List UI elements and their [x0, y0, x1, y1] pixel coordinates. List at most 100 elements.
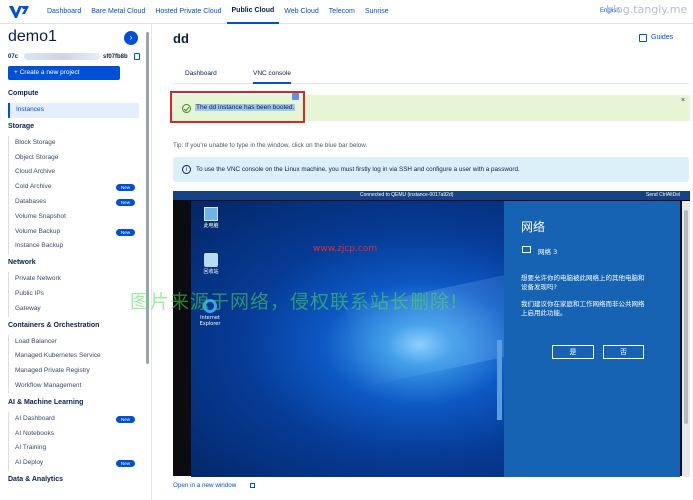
new-badge: New [115, 228, 135, 236]
nav-item-sunrise[interactable]: Sunrise [360, 0, 394, 24]
tab-bar: Dashboard VNC console [173, 64, 689, 84]
sidebar-item-label: Managed Kubernetes Service [15, 352, 101, 360]
new-badge: New [115, 460, 135, 468]
ovh-logo-icon[interactable] [8, 4, 30, 20]
sidebar-item-label: Cold Archive [15, 183, 52, 191]
sidebar-item-label: AI Notebooks [15, 429, 55, 437]
sidebar: demo1 › 07c sf07fb8b + Create a new proj… [0, 24, 152, 500]
sidebar-section-title: Data & Analytics [8, 475, 63, 483]
sidebar-item-label: Private Network [15, 275, 61, 283]
sidebar-item-label: Block Storage [15, 138, 56, 146]
book-icon[interactable] [639, 34, 647, 42]
sidebar-item-label: Instances [16, 106, 44, 113]
sidebar-item-object-storage[interactable]: Object Storage [8, 150, 139, 166]
windows-desktop[interactable] [191, 201, 504, 477]
sidebar-item-ai-deploy[interactable]: AI Deploy New [8, 456, 139, 471]
sidebar-item-managed-kubernetes-service[interactable]: Managed Kubernetes Service [8, 349, 139, 365]
sidebar-item-load-balancer[interactable]: Load Balancer [8, 334, 139, 350]
sidebar-item-managed-private-registry[interactable]: Managed Private Registry [8, 364, 139, 379]
nav-item-dashboard[interactable]: Dashboard [42, 0, 86, 24]
sidebar-item-label: AI Training [15, 444, 47, 452]
main-nav-menu: Dashboard Bare Metal Cloud Hosted Private … [42, 0, 394, 24]
blog-watermark: blog.tangly.me [606, 3, 688, 16]
network-no-button[interactable]: 否 [603, 345, 644, 359]
sidebar-item-label: Managed Private Registry [15, 367, 90, 375]
translate-icon[interactable] [292, 93, 299, 100]
this-pc-label: 此电脑 [203, 223, 219, 229]
new-badge: New [115, 184, 135, 192]
sidebar-section-title: Compute [8, 90, 39, 97]
nav-item-telecom[interactable]: Telecom [324, 0, 360, 24]
page-title: dd [173, 31, 189, 46]
tab-vnc-console[interactable]: VNC console [253, 70, 291, 84]
recycle-bin-icon [204, 253, 218, 267]
send-ctrl-alt-del-button[interactable]: Send CtrlAltDel [646, 192, 680, 198]
nav-item-bare-metal-cloud[interactable]: Bare Metal Cloud [86, 0, 150, 24]
nav-item-hosted-private-cloud[interactable]: Hosted Private Cloud [150, 0, 226, 24]
panel-edge-strip [497, 340, 502, 420]
new-badge: New [115, 198, 135, 206]
sidebar-item-label: Instance Backup [15, 242, 64, 250]
sidebar-item-label: Gateway [15, 304, 41, 312]
sidebar-item-block-storage[interactable]: Block Storage [8, 135, 139, 151]
sidebar-item-ai-notebooks[interactable]: AI Notebooks [8, 426, 139, 442]
info-text: To use the VNC console on the Linux mach… [196, 166, 520, 173]
tab-dashboard[interactable]: Dashboard [185, 70, 217, 77]
copy-icon[interactable] [134, 53, 140, 60]
computer-icon [204, 207, 218, 221]
sidebar-item-public-ips[interactable]: Public IPs [8, 286, 139, 302]
sidebar-item-label: Cloud Archive [15, 168, 56, 176]
nav-item-public-cloud[interactable]: Public Cloud [226, 0, 280, 24]
project-id-prefix: 07c [8, 54, 19, 60]
network-question: 想要允许你的电脑被此网络上的其他电脑和设备发现吗? [521, 274, 645, 291]
sidebar-item-ai-dashboard[interactable]: AI Dashboard New [8, 411, 139, 427]
sidebar-item-label: AI Deploy [15, 459, 44, 467]
sidebar-item-label: Volume Backup [15, 227, 61, 235]
sidebar-item-label: Load Balancer [15, 337, 57, 345]
network-panel-title: 网络 [521, 220, 546, 234]
sidebar-item-instance-backup[interactable]: Instance Backup [8, 239, 139, 255]
sidebar-section-title: AI & Machine Learning [8, 398, 84, 406]
close-icon[interactable]: × [681, 97, 685, 104]
sidebar-item-instances[interactable]: Instances [8, 103, 139, 118]
sidebar-section-title: Network [8, 259, 36, 267]
project-id-suffix: sf07fb8b [103, 54, 128, 60]
desktop-light-ray [345, 254, 504, 388]
project-name: demo1 [8, 28, 57, 45]
project-id-redacted [24, 53, 100, 60]
sidebar-item-cold-archive[interactable]: Cold Archive New [8, 180, 139, 195]
external-link-icon[interactable] [250, 483, 255, 488]
new-badge: New [115, 415, 135, 423]
sidebar-item-databases[interactable]: Databases New [8, 194, 139, 210]
network-name: 网络 3 [538, 248, 558, 256]
internet-explorer-label: Internet Explorer [199, 315, 221, 327]
sidebar-section-title: Containers & Orchestration [8, 321, 100, 329]
sidebar-item-gateway[interactable]: Gateway [8, 301, 139, 317]
sidebar-item-cloud-archive[interactable]: Cloud Archive [8, 165, 139, 181]
this-pc-desktop-icon[interactable]: 此电脑 [199, 207, 223, 229]
sidebar-item-volume-backup[interactable]: Volume Backup New [8, 224, 139, 240]
vnc-scrollbar-thumb[interactable] [684, 210, 688, 424]
sidebar-item-volume-snapshot[interactable]: Volume Snapshot [8, 209, 139, 225]
highlight-box [170, 91, 305, 123]
sidebar-item-label: Databases [15, 197, 47, 205]
sidebar-item-workflow-management[interactable]: Workflow Management [8, 378, 139, 394]
sidebar-item-label: Public IPs [15, 289, 44, 297]
sidebar-item-label: Volume Snapshot [15, 212, 66, 220]
sidebar-item-private-network[interactable]: Private Network [8, 272, 139, 287]
vnc-connection-status: Connected to QEMU (instance-0017a92d) [360, 192, 454, 198]
network-yes-button[interactable]: 是 [552, 345, 594, 359]
monitor-icon [522, 246, 531, 253]
project-switch-button[interactable]: › [124, 31, 138, 45]
recycle-bin-desktop-icon[interactable]: 回收站 [199, 253, 223, 275]
sidebar-scrollbar[interactable] [146, 32, 149, 364]
sidebar-item-ai-training[interactable]: AI Training [8, 441, 139, 457]
nav-item-web-cloud[interactable]: Web Cloud [279, 0, 324, 24]
create-project-button[interactable]: + Create a new project [8, 66, 120, 80]
guides-link[interactable]: Guides [651, 34, 673, 41]
sidebar-item-label: AI Dashboard [15, 414, 55, 422]
open-new-window-link[interactable]: Open in a new window [173, 482, 236, 489]
info-icon: i [182, 165, 191, 174]
copyright-watermark: 图片来源于网络，侵权联系站长删除! [130, 291, 459, 313]
sidebar-nav: Compute Instances Storage Block Storage Obje… [0, 85, 146, 489]
